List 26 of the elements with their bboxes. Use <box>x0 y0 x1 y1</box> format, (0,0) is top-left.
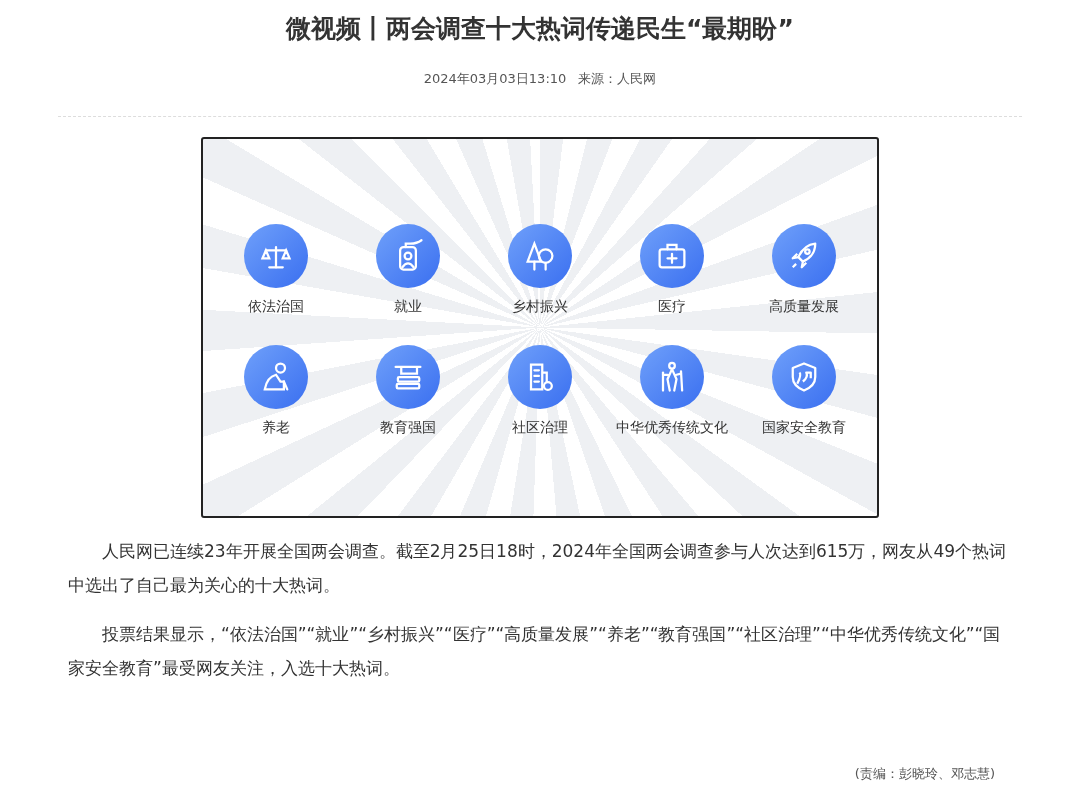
trees-icon <box>508 224 572 288</box>
keyword-label: 教育强国 <box>380 419 436 437</box>
keyword-label: 养老 <box>262 419 290 437</box>
document-icon <box>508 345 572 409</box>
books-icon <box>376 345 440 409</box>
article-source: 来源：人民网 <box>578 70 657 88</box>
figure-icon <box>640 345 704 409</box>
article-paragraph: 人民网已连续23年开展全国两会调查。截至2月25日18时，2024年全国两会调查参与人次达到615万，网友从49个热词中选出了自己最为关心的十大热词。 <box>68 540 1008 597</box>
elderly-person-icon <box>244 345 308 409</box>
publish-datetime: 2024年03月03日13:10 <box>423 70 567 88</box>
first-aid-kit-icon <box>640 224 704 288</box>
article-paragraph: 投票结果显示，“依法治国”“就业”“乡村振兴”“医疗”“高质量发展”“养老”“教育强国”“社区治理”“中华优秀传统文化”“国家安全教育”最受网友关注，入选十大热词。 <box>68 623 1002 680</box>
editor-credit: (责编：彭晓玲、邓志慧) <box>853 765 995 783</box>
keyword-label: 社区治理 <box>512 419 568 437</box>
keyword-label: 医疗 <box>658 298 686 316</box>
keyword-label: 乡村振兴 <box>512 298 568 316</box>
keyword-label: 依法治国 <box>248 298 304 316</box>
article-title: 微视频丨两会调查十大热词传递民生“最期盼” <box>284 13 795 45</box>
video-frame[interactable]: 依法治国 就业 乡村振兴 医疗 高质量发展 养老 教育强国 社区治理 中华优秀传统文化 国家安全教育 <box>201 137 879 518</box>
rocket-icon <box>772 224 836 288</box>
keyword-label: 中华优秀传统文化 <box>616 419 728 437</box>
keyword-label: 国家安全教育 <box>762 419 846 437</box>
keyword-label: 高质量发展 <box>769 298 839 316</box>
scales-icon <box>244 224 308 288</box>
keyword-label: 就业 <box>394 298 422 316</box>
badge-icon <box>376 224 440 288</box>
